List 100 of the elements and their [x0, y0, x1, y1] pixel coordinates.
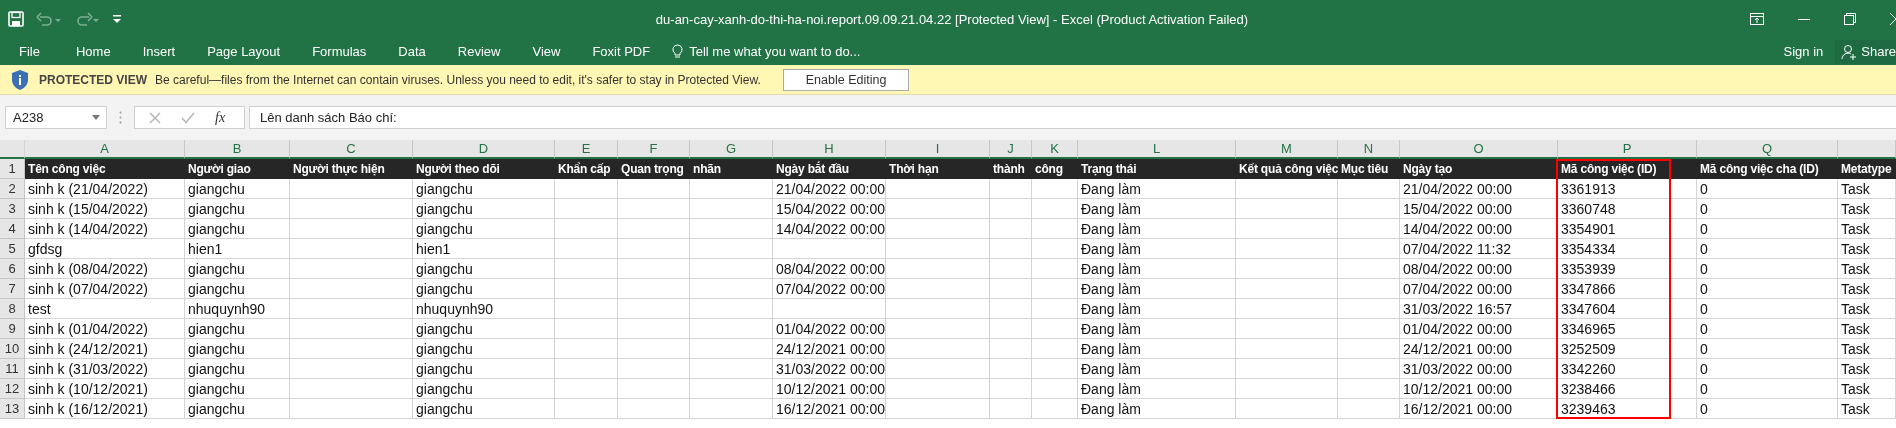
row-number[interactable]: 10 [0, 339, 25, 359]
select-all-corner[interactable] [0, 140, 25, 159]
row-number[interactable]: 13 [0, 399, 25, 419]
ribbon-tab[interactable]: Insert [126, 44, 192, 59]
table-cell: Đang làm [1078, 239, 1236, 259]
insert-function-button[interactable]: fx [215, 109, 226, 126]
empty-cell [990, 259, 1032, 279]
table-cell: 0 [1697, 399, 1838, 419]
column-letter[interactable]: O [1400, 140, 1558, 159]
ribbon-display-icon[interactable] [1750, 13, 1764, 25]
column-letter[interactable]: C [290, 140, 413, 159]
empty-cell [555, 219, 618, 239]
table-cell: 10/12/2021 00:00 [1400, 379, 1558, 399]
column-letter[interactable]: P [1558, 140, 1697, 159]
empty-cell [1338, 299, 1400, 319]
column-letter[interactable]: F [618, 140, 690, 159]
column-letter[interactable]: A [25, 140, 185, 159]
share-button[interactable]: Share [1835, 39, 1896, 64]
customize-icon[interactable] [112, 14, 122, 24]
row-number[interactable]: 6 [0, 259, 25, 279]
table-cell: 3353939 [1558, 259, 1697, 279]
table-cell: sinh k (16/12/2021) [25, 399, 185, 419]
empty-cell [1032, 199, 1078, 219]
empty-cell [555, 399, 618, 419]
row-number[interactable]: 7 [0, 279, 25, 299]
lightbulb-icon [672, 44, 684, 59]
table-cell: 08/04/2022 00:00 [1400, 259, 1558, 279]
table-cell: 01/04/2022 00:00 [1400, 319, 1558, 339]
ribbon-tab[interactable]: Page Layout [191, 44, 297, 59]
dropdown-icon[interactable] [92, 115, 100, 120]
column-letter[interactable]: K [1032, 140, 1078, 159]
row-number[interactable]: 12 [0, 379, 25, 399]
column-letter[interactable]: I [886, 140, 990, 159]
ribbon-tab[interactable]: Review [441, 44, 517, 59]
check-icon[interactable] [181, 111, 195, 124]
row-number[interactable]: 1 [0, 159, 25, 179]
table-cell: Task [1838, 199, 1896, 219]
table-cell: giangchu [413, 379, 555, 399]
column-letter[interactable]: L [1078, 140, 1236, 159]
row-number[interactable]: 8 [0, 299, 25, 319]
empty-cell [990, 319, 1032, 339]
restore-icon[interactable] [1844, 13, 1856, 25]
row-number[interactable]: 11 [0, 359, 25, 379]
table-cell: giangchu [185, 279, 290, 299]
table-cell: sinh k (08/04/2022) [25, 259, 185, 279]
table-cell: giangchu [185, 359, 290, 379]
table-cell: Đang làm [1078, 259, 1236, 279]
column-letter[interactable]: H [773, 140, 886, 159]
row-number[interactable]: 4 [0, 219, 25, 239]
ribbon-tab[interactable]: Formulas [296, 44, 383, 59]
column-letter[interactable]: N [1338, 140, 1400, 159]
column-letter[interactable]: G [690, 140, 773, 159]
empty-cell [618, 359, 690, 379]
column-letter[interactable]: J [990, 140, 1032, 159]
table-cell: 15/04/2022 00:00 [1400, 199, 1558, 219]
close-icon[interactable] [1890, 13, 1896, 25]
table-cell: 24/12/2021 00:00 [1400, 339, 1558, 359]
ribbon-tab[interactable]: View [516, 44, 577, 59]
message-title: PROTECTED VIEW [39, 72, 147, 87]
empty-cell [1032, 239, 1078, 259]
table-cell: 0 [1697, 299, 1838, 319]
table-cell: 24/12/2021 00:00 [773, 339, 886, 359]
tell-me-field[interactable]: Tell me what you want to do... [689, 44, 861, 59]
column-letter[interactable]: Q [1697, 140, 1838, 159]
column-letter[interactable]: D [413, 140, 555, 159]
column-header: nhãn [690, 159, 773, 179]
row-number[interactable]: 5 [0, 239, 25, 259]
table-cell: 07/04/2022 00:00 [773, 279, 886, 299]
column-letter[interactable]: E [555, 140, 618, 159]
ribbon-tab[interactable]: Data [382, 44, 442, 59]
name-box[interactable]: A238 [5, 106, 107, 129]
column-letter[interactable] [1838, 140, 1896, 159]
ribbon-tab[interactable]: Foxit PDF [576, 44, 667, 59]
row-number[interactable]: 9 [0, 319, 25, 339]
table-cell: Task [1838, 259, 1896, 279]
row-number[interactable]: 2 [0, 179, 25, 199]
ribbon-tab[interactable]: File [0, 44, 60, 59]
table-cell: 16/12/2021 00:00 [1400, 399, 1558, 419]
sign-in-link[interactable]: Sign in [1783, 44, 1824, 59]
table-cell: sinh k (31/03/2022) [25, 359, 185, 379]
table-cell: sinh k (10/12/2021) [25, 379, 185, 399]
table-cell: 07/04/2022 00:00 [1400, 279, 1558, 299]
empty-cell [1032, 339, 1078, 359]
column-header: Ngày bắt đầu [773, 159, 886, 179]
table-cell: 0 [1697, 179, 1838, 199]
table-cell: 0 [1697, 279, 1838, 299]
table-cell: giangchu [185, 219, 290, 239]
column-letter[interactable]: B [185, 140, 290, 159]
column-header: Kết quả công việc [1236, 159, 1338, 179]
row-number[interactable]: 3 [0, 199, 25, 219]
ribbon-tab[interactable]: Home [59, 44, 127, 59]
enable-editing-button[interactable]: Enable Editing [782, 68, 910, 91]
table-cell: hien1 [185, 239, 290, 259]
formula-field[interactable]: Lên danh sách Báo chí: [249, 106, 1896, 129]
table-cell: 21/04/2022 00:00 [1400, 179, 1558, 199]
column-header: Trạng thái [1078, 159, 1236, 179]
table-cell: giangchu [413, 259, 555, 279]
empty-cell [1032, 399, 1078, 419]
save-icon[interactable] [8, 11, 24, 27]
column-letter[interactable]: M [1236, 140, 1338, 159]
